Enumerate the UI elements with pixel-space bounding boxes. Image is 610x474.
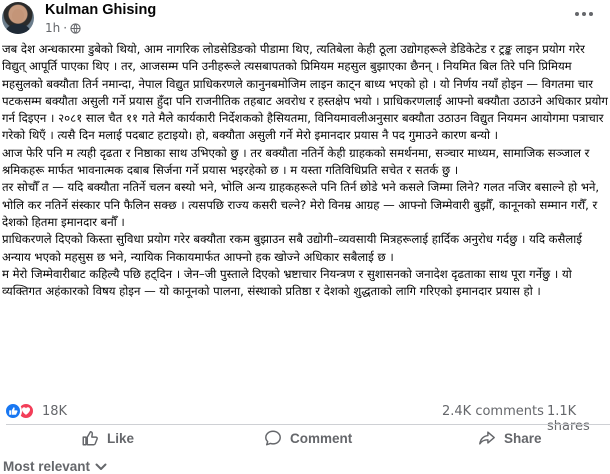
chevron-down-icon [95,463,107,470]
like-label: Like [107,430,135,446]
post-time[interactable]: 1h [45,21,60,35]
divider [6,424,610,425]
post-paragraph: आज फेरि पनि म त्यही दृढता र निष्ठाका साथ… [2,145,590,178]
post-meta: 1h · [45,21,81,35]
meta-separator: · [63,21,68,35]
post-paragraph: तर सोचौँ त — यदि बक्यौता नतिर्ने चलन बस्… [2,180,600,229]
comments-sort-label: Most relevant [3,459,91,474]
like-button[interactable]: Like [81,429,134,447]
thumbs-up-icon [82,430,98,446]
more-options-button[interactable] [572,6,596,22]
comment-button[interactable]: Comment [264,429,352,447]
reaction-icons[interactable] [4,402,35,420]
post-paragraph: जब देश अन्धकारमा डुबेको थियो, आम नागरिक … [2,42,608,143]
comment-icon [265,430,281,446]
globe-icon [70,22,81,34]
reaction-count[interactable]: 18K [42,404,67,419]
post-paragraph: म मेरो जिम्मेवारीबाट कहिल्यै पछि हट्दिन … [2,266,572,299]
like-reaction-icon [4,402,22,420]
action-bar: Like Comment Share [0,426,610,452]
avatar[interactable] [2,2,34,34]
comments-count[interactable]: 2.4K comments [442,404,544,419]
share-icon [479,431,495,445]
comment-label: Comment [290,430,353,446]
comments-sort-dropdown[interactable]: Most relevant [3,459,107,474]
share-button[interactable]: Share [478,429,542,447]
post-body: जब देश अन्धकारमा डुबेको थियो, आम नागरिक … [2,41,608,300]
post-paragraph: प्राधिकरणले दिएको किस्ता सुविधा प्रयोग ग… [2,232,582,264]
share-label: Share [504,430,542,446]
post-header: Kulman Ghising 1h · [0,0,610,40]
author-name[interactable]: Kulman Ghising [45,2,156,18]
reactions-bar: 18K 2.4K comments 1.1K shares [0,402,610,434]
more-dots-icon [575,12,579,16]
